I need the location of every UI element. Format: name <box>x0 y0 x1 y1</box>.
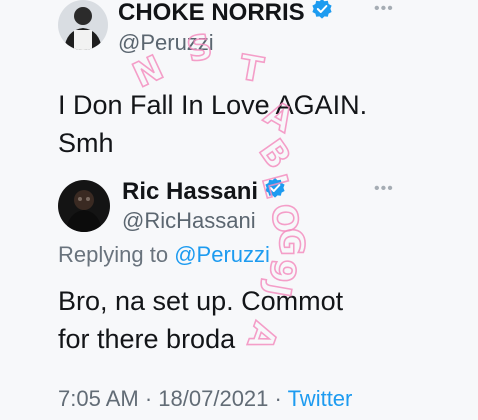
reply-author-handle[interactable]: @RicHassani <box>122 208 256 234</box>
reply-author-name-row[interactable]: Ric Hassani <box>122 177 286 206</box>
ric-hassani-avatar[interactable] <box>58 180 110 232</box>
more-dots-icon[interactable]: ••• <box>374 180 394 198</box>
verified-badge-icon <box>264 177 286 206</box>
replying-to-mention[interactable]: @Peruzzi <box>174 242 270 267</box>
watermark-letter: T <box>236 47 267 91</box>
choke-norris-avatar[interactable] <box>58 0 108 50</box>
tweet-text: I Don Fall In Love AGAIN. Smh <box>58 86 367 162</box>
meta-separator: · <box>144 386 153 411</box>
more-dots-icon[interactable]: ••• <box>374 0 394 18</box>
tweet-date[interactable]: 18/07/2021 <box>158 386 268 411</box>
author-name[interactable]: CHOKE NORRIS <box>118 0 305 27</box>
watermark-letter: G <box>271 228 311 256</box>
author-handle[interactable]: @Peruzzi <box>118 30 214 56</box>
tweet-source[interactable]: Twitter <box>288 386 353 411</box>
verified-badge-icon <box>311 0 333 27</box>
tweet-text-line: Smh <box>58 128 114 158</box>
reply-text: Bro, na set up. Commot for there broda <box>58 282 343 358</box>
screenshot-page: CHOKE NORRIS @Peruzzi ••• I Don Fall In … <box>0 0 478 420</box>
watermark-letter: O <box>263 202 305 234</box>
tweet-meta: 7:05 AM · 18/07/2021 · Twitter <box>58 386 352 412</box>
reply-text-line: for there broda <box>58 324 236 354</box>
replying-to-label: Replying to <box>58 242 169 267</box>
author-name-row[interactable]: CHOKE NORRIS <box>118 0 333 27</box>
tweet-time[interactable]: 7:05 AM <box>58 386 139 411</box>
tweet-text-line: I Don Fall In Love AGAIN. <box>58 90 368 120</box>
meta-separator: · <box>274 386 282 411</box>
reply-text-line: Bro, na set up. Commot <box>58 286 344 316</box>
reply-author-name[interactable]: Ric Hassani <box>122 178 258 206</box>
replying-to-line: Replying to @Peruzzi <box>58 242 270 268</box>
